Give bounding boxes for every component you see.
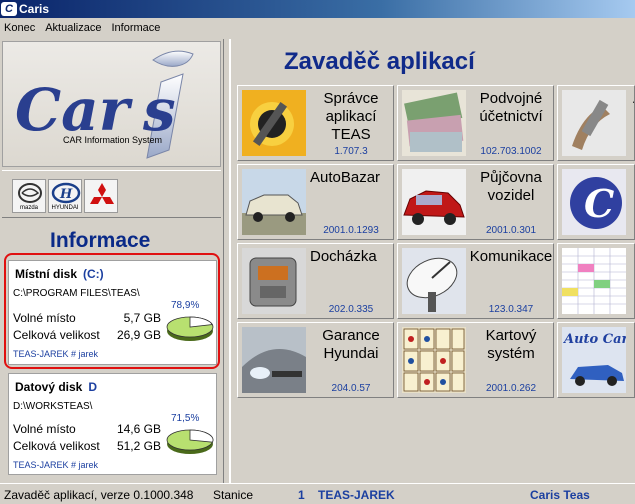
status-station-label: Stanice [213, 488, 254, 502]
data-disk-letter: D [88, 380, 98, 394]
menu-informace[interactable]: Informace [107, 22, 166, 34]
menu-bar: Konec Aktualizace Informace [0, 18, 635, 38]
total-size-value: 51,2 GB [116, 439, 161, 453]
status-bar: Zavaděč aplikací, verze 0.1000.348 Stani… [0, 483, 635, 504]
tile-version: 102.703.1002 [480, 146, 542, 157]
svg-text:H: H [59, 187, 73, 202]
launcher-title: Zavaděč aplikací [284, 48, 475, 75]
data-disk-percent: 71,5% [171, 413, 200, 424]
mazda-logo-icon: mazda [12, 179, 46, 213]
caris-c-icon[interactable]: C [1, 2, 17, 16]
brand-logos: mazda H HYUNDAI [2, 170, 221, 218]
wrench-hand-icon [562, 90, 626, 156]
tile-version: 2001.0.1293 [323, 225, 379, 236]
tile-label: Podvojné účetnictví [479, 90, 543, 125]
tile-label: Docházka [310, 248, 377, 265]
free-space-value: 14,6 GB [116, 422, 161, 436]
data-disk-panel: Datový disk D D:\WORKSTEAS\ Volné místo 1… [8, 373, 217, 475]
title-bar: C Caris [0, 0, 635, 18]
tile-autobazar[interactable]: AutoBazar 2001.0.1293 [237, 164, 394, 240]
svg-text:s: s [142, 76, 176, 144]
tile-version: 1.707.3 [334, 146, 368, 157]
tile-label: Garance Hyundai [322, 327, 380, 362]
tile-label: Správce aplikací TEAS [323, 90, 379, 143]
status-user: Caris Teas [530, 488, 590, 502]
time-clock-icon [242, 248, 306, 314]
tile-garance-hyundai[interactable]: Garance Hyundai 204.0.57 [237, 322, 394, 398]
tile-version: 2001.0.301 [485, 225, 537, 236]
free-space-label: Volné místo [13, 422, 76, 436]
data-disk-pie-chart [166, 429, 214, 454]
logo-wordmark: Car [15, 76, 134, 144]
tile-label: A [628, 90, 634, 108]
spreadsheet-icon [562, 248, 626, 314]
sun-wrench-icon [242, 90, 306, 156]
tile-version: 123.0.347 [488, 304, 534, 315]
status-station-name: TEAS-JAREK [318, 488, 395, 502]
tile-label: Komunikace [469, 248, 553, 265]
window-title: Caris [19, 2, 50, 16]
data-disk-title: Datový disk D [15, 380, 98, 394]
logo-tagline: CAR Information System [63, 135, 162, 145]
info-title: Informace [50, 229, 151, 252]
tile-label: AutoBazar [310, 169, 381, 186]
data-disk-path: D:\WORKSTEAS\ [13, 401, 93, 412]
autocaris-logo-icon: Auto Car s [562, 327, 626, 393]
free-slice [189, 429, 214, 443]
tile-pujcovna-vozidel[interactable]: Půjčovna vozidel 2001.0.301 [397, 164, 554, 240]
tile-version: 204.0.57 [331, 383, 371, 394]
highlight-outline [4, 253, 220, 369]
tile-label: Kartový systém [485, 327, 537, 362]
tile-dochazka[interactable]: Docházka 202.0.335 [237, 243, 394, 319]
tile-podvojne-ucetnictvi[interactable]: Podvojné účetnictví 102.703.1002 [397, 85, 554, 161]
status-version-label: Zavaděč aplikací, verze 0.1000.348 [4, 488, 194, 502]
status-station-number: 1 [298, 488, 305, 502]
red-car-icon [402, 169, 466, 235]
old-car-icon [242, 169, 306, 235]
tile-partial-1[interactable]: A [557, 85, 635, 161]
caris-logo: Car s CAR Information System [2, 41, 221, 167]
tile-partial-2[interactable]: C [557, 164, 635, 240]
menu-aktualizace[interactable]: Aktualizace [41, 22, 107, 34]
tile-komunikace[interactable]: Komunikace 123.0.347 [397, 243, 554, 319]
tile-partial-3[interactable] [557, 243, 635, 319]
total-size-label: Celková velikost [13, 439, 100, 453]
banknotes-icon [402, 90, 466, 156]
menu-konec[interactable]: Konec [0, 22, 41, 34]
playing-cards-icon [402, 327, 466, 393]
tile-version: 2001.0.262 [485, 383, 537, 394]
tile-kartovy-system[interactable]: Kartový systém 2001.0.262 [397, 322, 554, 398]
tile-version: 202.0.335 [328, 304, 374, 315]
hyundai-logo-icon: H HYUNDAI [48, 179, 82, 213]
satellite-dish-icon [402, 248, 466, 314]
caris-c-icon: C [562, 169, 626, 235]
mitsubishi-logo-icon [84, 179, 118, 213]
svg-text:C: C [584, 181, 614, 226]
tile-partial-4[interactable]: Auto Car s [557, 322, 635, 398]
tile-spravce-aplikaci[interactable]: Správce aplikací TEAS 1.707.3 [237, 85, 394, 161]
svg-text:Auto Car s: Auto Car s [562, 332, 626, 347]
data-disk-user: TEAS-JAREK # jarek [13, 460, 99, 470]
car-front-icon [242, 327, 306, 393]
tile-label: Půjčovna vozidel [480, 169, 542, 204]
caris-logo-graphic: Car s CAR Information System [15, 50, 194, 159]
